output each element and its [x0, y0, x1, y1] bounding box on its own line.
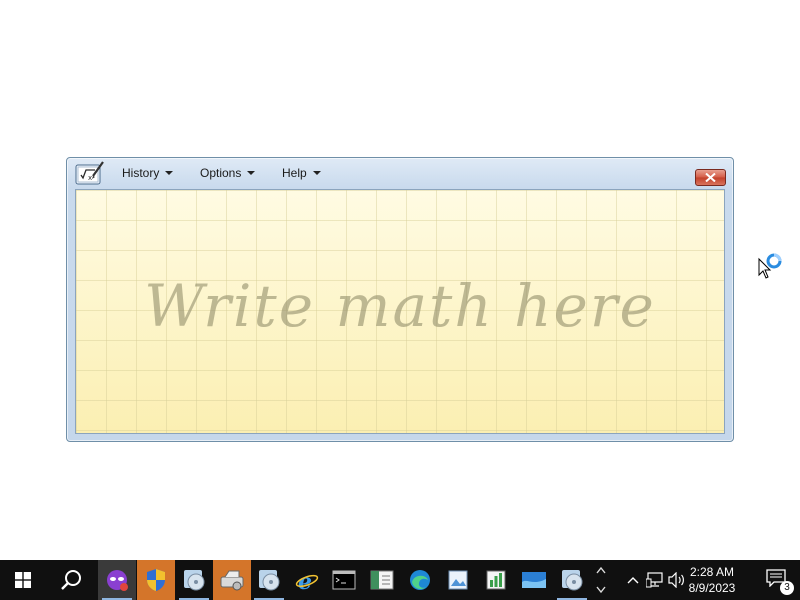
close-icon — [705, 173, 716, 182]
taskbar-app-10[interactable] — [439, 560, 477, 600]
menu-options[interactable]: Options — [200, 166, 256, 180]
taskbar-scroll[interactable] — [592, 560, 610, 600]
writing-area-placeholder: Write math here — [144, 272, 656, 340]
taskbar: e 2:28 AM 8/9/2023 3 — [0, 560, 800, 600]
disc-app-icon — [184, 570, 205, 591]
chart-app-icon — [486, 570, 506, 590]
internet-explorer-icon: e — [295, 569, 319, 592]
taskbar-clock[interactable]: 2:28 AM 8/9/2023 — [682, 564, 742, 596]
taskbar-app-9[interactable] — [401, 560, 439, 600]
menu-help[interactable]: Help — [282, 166, 321, 180]
taskbar-app-12[interactable] — [515, 560, 553, 600]
taskbar-app-5[interactable] — [250, 560, 288, 600]
math-input-panel-icon: x — [75, 161, 104, 185]
busy-cursor-icon — [758, 253, 782, 279]
math-input-panel-window: x History Options Help Write math here — [66, 157, 734, 442]
menu-history[interactable]: History — [122, 166, 174, 180]
menu-help-label: Help — [282, 166, 307, 180]
taskbar-app-4[interactable] — [213, 560, 251, 600]
chevron-up-icon — [627, 577, 639, 584]
menu-history-label: History — [122, 166, 160, 180]
search-button[interactable] — [52, 560, 90, 600]
network-button[interactable] — [644, 560, 666, 600]
app-mask-icon — [107, 570, 128, 591]
clock-time: 2:28 AM — [689, 565, 735, 579]
taskbar-app-7[interactable] — [325, 560, 363, 600]
search-icon — [61, 570, 81, 590]
writing-area[interactable]: Write math here — [75, 189, 725, 434]
wave-app-icon — [522, 572, 546, 588]
title-bar[interactable]: x History Options Help — [67, 158, 733, 190]
disc-app-icon-2 — [259, 570, 280, 591]
taskbar-app-2[interactable] — [137, 560, 175, 600]
picture-app-icon — [448, 570, 468, 590]
ledger-icon — [370, 570, 394, 590]
taskbar-app-1[interactable] — [98, 560, 136, 600]
clock-date: 8/9/2023 — [688, 581, 736, 595]
taskbar-app-6[interactable]: e — [288, 560, 326, 600]
show-hidden-icons-button[interactable] — [622, 560, 644, 600]
chevron-up-down-icon — [596, 566, 606, 594]
taskbar-app-13[interactable] — [553, 560, 591, 600]
shield-icon — [147, 569, 165, 591]
taskbar-app-8[interactable] — [363, 560, 401, 600]
desktop: x History Options Help Write math here — [0, 0, 800, 560]
notification-count-badge: 3 — [780, 581, 794, 595]
scanner-app-icon — [220, 570, 244, 591]
network-icon — [646, 572, 663, 588]
taskbar-app-3[interactable] — [175, 560, 213, 600]
close-button[interactable] — [695, 169, 726, 186]
chevron-down-icon — [312, 170, 321, 175]
menu-options-label: Options — [200, 166, 242, 180]
svg-text:x: x — [88, 174, 92, 182]
taskbar-app-11[interactable] — [477, 560, 515, 600]
terminal-icon — [332, 570, 356, 590]
start-button[interactable] — [4, 560, 42, 600]
edge-icon — [410, 570, 430, 590]
windows-start-icon — [15, 572, 31, 588]
disc-app-icon-3 — [562, 570, 583, 591]
system-tray: 2:28 AM 8/9/2023 3 — [610, 560, 800, 600]
chevron-down-icon — [165, 170, 174, 175]
chevron-down-icon — [247, 170, 256, 175]
